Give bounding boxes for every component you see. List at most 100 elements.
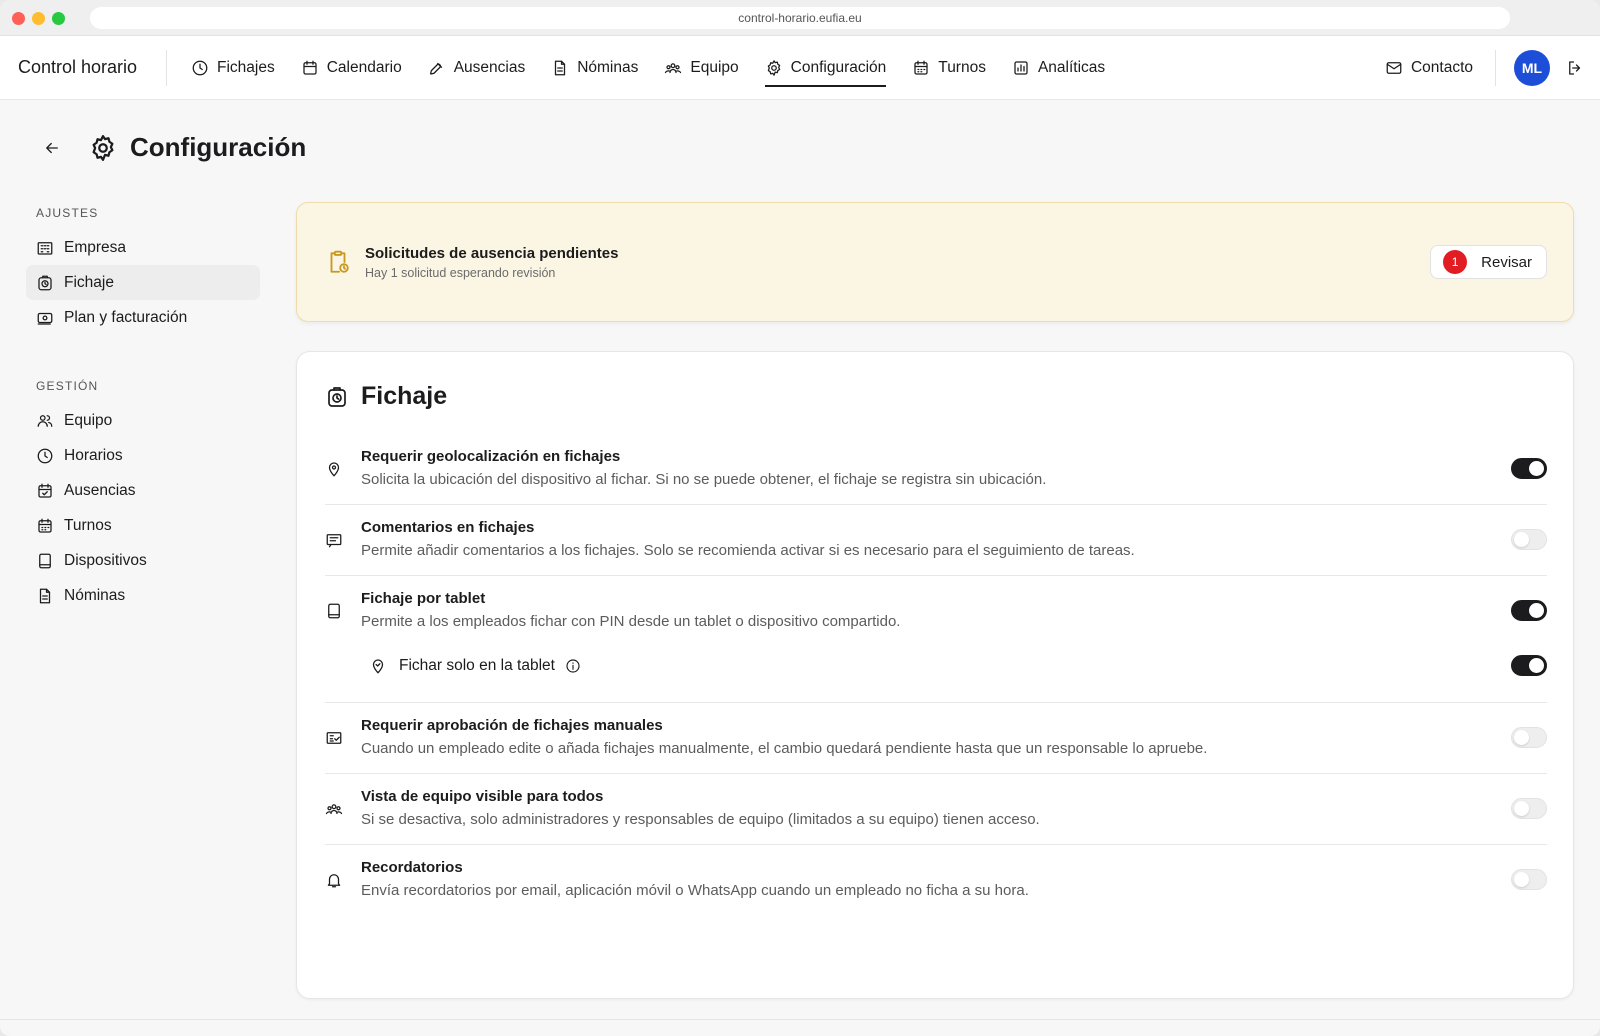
contact-link[interactable]: Contacto	[1363, 59, 1495, 77]
sidebar-item-fichaje[interactable]: Fichaje	[26, 265, 260, 300]
arrow-left-icon	[46, 142, 58, 153]
clock-icon	[37, 448, 53, 463]
tablet-only-toggle[interactable]	[1511, 655, 1547, 676]
sidebar-item-ausencias[interactable]: Ausencias	[26, 473, 260, 508]
sidebar-item-horarios[interactable]: Horarios	[26, 438, 260, 473]
review-button[interactable]: 1 Revisar	[1430, 245, 1547, 279]
setting-reminders: Recordatorios Envía recordatorios por em…	[325, 845, 1547, 915]
calendar-icon	[38, 518, 52, 533]
address-bar[interactable]: control-horario.eufia.eu	[90, 7, 1510, 29]
comments-toggle[interactable]	[1511, 529, 1547, 550]
avatar[interactable]: ML	[1514, 50, 1550, 86]
sidebar-item-label: Plan y facturación	[64, 308, 188, 326]
sidebar-item-label: Ausencias	[64, 481, 136, 499]
close-window-button[interactable]	[12, 12, 25, 25]
tablet-icon	[328, 603, 340, 619]
team-icon	[325, 804, 343, 815]
nav-menu: Fichajes Calendario Ausencias Nóminas Eq…	[179, 36, 1117, 100]
setting-title: Requerir aprobación de fichajes manuales	[361, 717, 663, 734]
nav-item-nominas[interactable]: Nóminas	[539, 36, 650, 100]
page-header: Configuración	[40, 132, 306, 163]
nav-item-label: Configuración	[790, 58, 887, 76]
nav-item-label: Ausencias	[453, 58, 526, 76]
nav-item-label: Analíticas	[1037, 58, 1106, 76]
calendar-icon	[914, 60, 928, 75]
nav-item-equipo[interactable]: Equipo	[652, 36, 750, 100]
setting-title: Comentarios en fichajes	[361, 519, 535, 536]
nav-item-label: Turnos	[938, 58, 986, 76]
nav-item-configuracion[interactable]: Configuración	[753, 36, 899, 100]
nav-item-ausencias[interactable]: Ausencias	[416, 36, 538, 100]
gear-icon	[767, 59, 780, 76]
team-view-toggle[interactable]	[1511, 798, 1547, 819]
sidebar-group-title: GESTIÓN	[36, 379, 99, 393]
pending-count-badge: 1	[1443, 250, 1468, 274]
plane-icon	[429, 62, 442, 75]
tablet-icon	[39, 553, 51, 568]
window-controls	[12, 12, 65, 25]
fichaje-settings-card: Fichaje Requerir geolocalización en fich…	[296, 351, 1574, 999]
brand-title[interactable]: Control horario	[0, 57, 166, 78]
sidebar-item-label: Turnos	[64, 516, 112, 534]
maximize-window-button[interactable]	[52, 12, 65, 25]
geolocation-toggle[interactable]	[1511, 458, 1547, 479]
card-title: Fichaje	[361, 382, 448, 410]
minimize-window-button[interactable]	[32, 12, 45, 25]
bell-icon	[327, 874, 341, 888]
setting-title: Recordatorios	[361, 859, 463, 876]
nav-item-turnos[interactable]: Turnos	[900, 36, 998, 100]
chart-icon	[1014, 60, 1028, 75]
settings-sidebar: AJUSTES Empresa Fichaje Plan y facturaci…	[26, 206, 260, 613]
tablet-toggle[interactable]	[1511, 600, 1547, 621]
nav-divider	[1495, 50, 1496, 86]
shield-check-icon	[372, 659, 384, 674]
reminders-toggle[interactable]	[1511, 869, 1547, 890]
nav-item-label: Equipo	[690, 58, 739, 76]
setting-description: Solicita la ubicación del dispositivo al…	[361, 471, 1047, 488]
contact-label: Contacto	[1410, 59, 1473, 76]
setting-title: Fichaje por tablet	[361, 590, 486, 607]
clock-box-icon	[38, 275, 52, 290]
sidebar-item-nominas[interactable]: Nóminas	[26, 578, 260, 613]
setting-description: Permite añadir comentarios a los fichaje…	[361, 542, 1135, 559]
sidebar-item-empresa[interactable]: Empresa	[26, 230, 260, 265]
settings-list: Requerir geolocalización en fichajes Sol…	[325, 434, 1547, 915]
nav-item-analiticas[interactable]: Analíticas	[1000, 36, 1117, 100]
nav-item-label: Calendario	[326, 58, 402, 76]
browser-titlebar: control-horario.eufia.eu	[0, 0, 1600, 36]
sidebar-item-plan-facturacion[interactable]: Plan y facturación	[26, 300, 260, 335]
sidebar-item-equipo[interactable]: Equipo	[26, 403, 260, 438]
document-icon	[555, 60, 566, 75]
pending-requests-alert: Solicitudes de ausencia pendientes Hay 1…	[296, 202, 1574, 322]
alert-title: Solicitudes de ausencia pendientes	[365, 244, 619, 262]
logout-button[interactable]	[1550, 59, 1600, 77]
nav-divider	[166, 49, 167, 86]
team-icon	[665, 62, 682, 73]
nav-item-label: Fichajes	[217, 58, 275, 76]
clipboard-clock-icon	[330, 250, 349, 273]
sidebar-item-label: Horarios	[64, 446, 123, 464]
mail-icon	[1386, 62, 1402, 74]
setting-comments: Comentarios en fichajes Permite añadir c…	[325, 505, 1547, 576]
app-window: control-horario.eufia.eu Control horario…	[0, 0, 1600, 1036]
info-icon[interactable]	[565, 658, 581, 674]
checklist-icon	[326, 732, 342, 744]
nav-item-calendario[interactable]: Calendario	[289, 36, 414, 100]
nav-item-fichajes[interactable]: Fichajes	[179, 36, 287, 100]
back-button[interactable]	[40, 136, 64, 160]
page-title: Configuración	[130, 132, 307, 162]
sidebar-item-dispositivos[interactable]: Dispositivos	[26, 543, 260, 578]
building-icon	[37, 241, 53, 255]
setting-team-view: Vista de equipo visible para todos Si se…	[325, 774, 1547, 845]
location-pin-icon	[328, 462, 340, 477]
sidebar-item-label: Empresa	[64, 238, 127, 256]
money-icon	[37, 312, 53, 325]
setting-description: Envía recordatorios por email, aplicació…	[361, 882, 1029, 899]
manual-approval-toggle[interactable]	[1511, 727, 1547, 748]
nav-item-label: Nóminas	[577, 58, 639, 76]
setting-geolocation: Requerir geolocalización en fichajes Sol…	[325, 434, 1547, 505]
sidebar-item-turnos[interactable]: Turnos	[26, 508, 260, 543]
setting-title: Vista de equipo visible para todos	[361, 788, 604, 805]
sidebar-group-title: AJUSTES	[36, 206, 99, 220]
